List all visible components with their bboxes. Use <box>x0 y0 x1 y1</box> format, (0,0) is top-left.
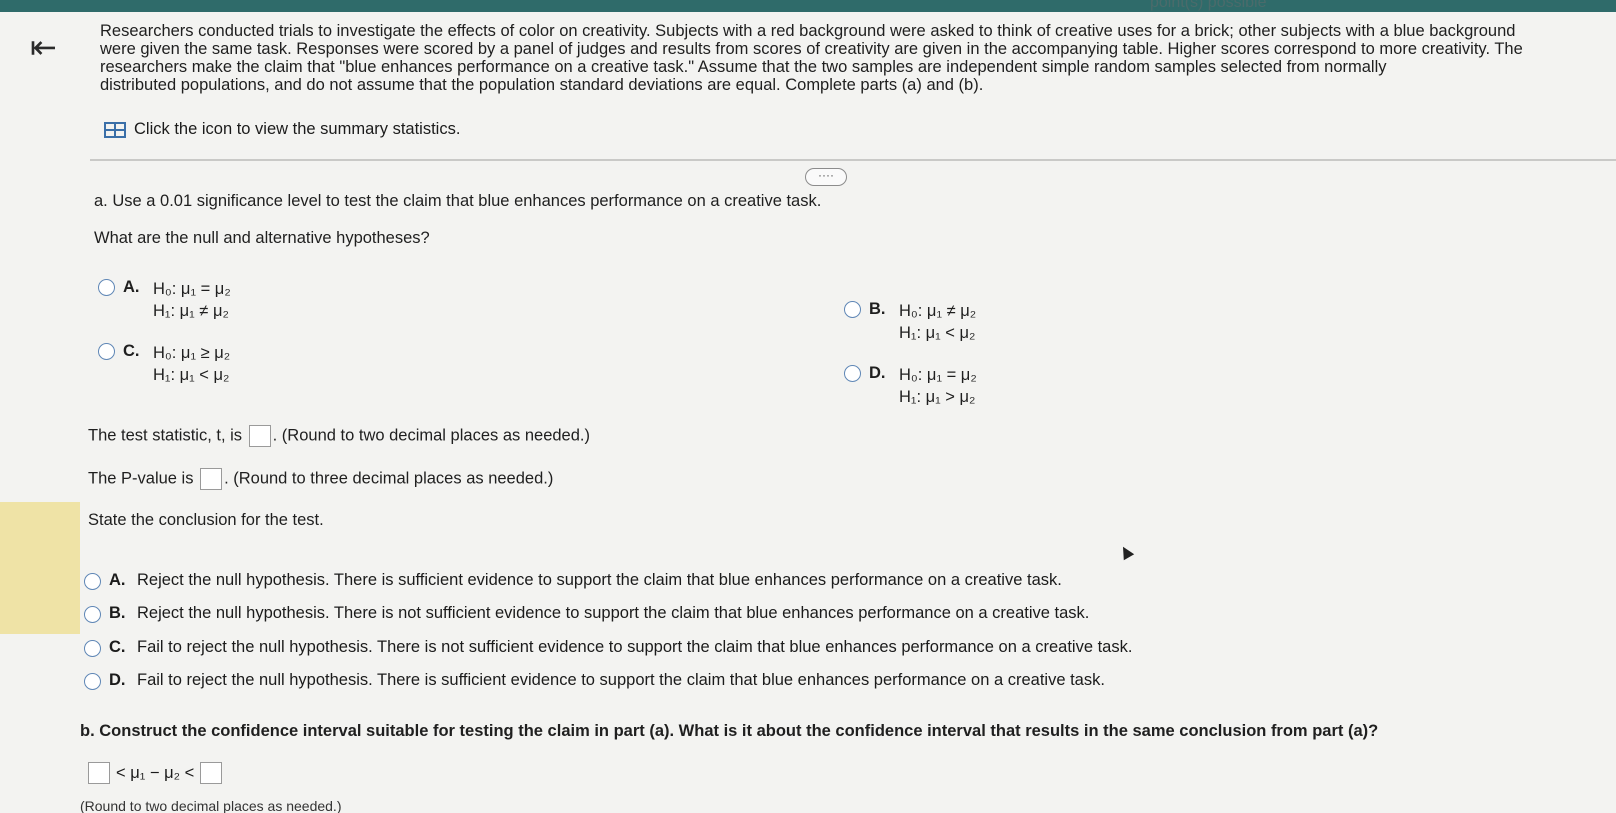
option-letter: C. <box>109 638 126 656</box>
test-statistic-hint: . (Round to two decimal places as needed… <box>272 426 590 445</box>
mouse-cursor-icon <box>1117 543 1135 561</box>
alt-hypothesis: H₁: μ₁ < μ₂ <box>899 324 976 342</box>
table-icon[interactable] <box>104 121 126 138</box>
highlight-strip <box>0 502 80 634</box>
conclusion-option-a[interactable]: A. Reject the null hypothesis. There is … <box>84 571 1062 590</box>
hypothesis-option-d[interactable]: D. H₀: μ₁ = μ₂ H₁: μ₁ > μ₂ <box>844 364 977 408</box>
radio-button[interactable] <box>84 639 101 657</box>
ci-lower-input[interactable] <box>88 762 110 784</box>
conclusion-option-d[interactable]: D. Fail to reject the null hypothesis. T… <box>84 671 1105 690</box>
conclusion-option-c[interactable]: C. Fail to reject the null hypothesis. T… <box>84 638 1132 657</box>
hypothesis-pair: H₀: μ₁ ≠ μ₂ H₁: μ₁ < μ₂ <box>899 300 976 344</box>
option-text: Fail to reject the null hypothesis. Ther… <box>137 671 1105 689</box>
section-divider <box>90 159 1616 161</box>
pvalue-row: The P-value is . (Round to three decimal… <box>88 468 553 490</box>
radio-button[interactable] <box>84 572 101 590</box>
summary-statistics-link[interactable]: Click the icon to view the summary stati… <box>104 120 460 139</box>
conclusion-prompt: State the conclusion for the test. <box>88 511 324 529</box>
null-hypothesis: H₀: μ₁ = μ₂ <box>153 280 231 298</box>
top-bar <box>0 0 1616 12</box>
radio-button[interactable] <box>844 301 861 318</box>
pvalue-hint: . (Round to three decimal places as need… <box>224 469 554 488</box>
option-letter: B. <box>109 604 126 622</box>
null-hypothesis: H₀: μ₁ ≠ μ₂ <box>899 302 977 320</box>
option-letter: D. <box>869 364 886 382</box>
alt-hypothesis: H₁: μ₁ > μ₂ <box>899 388 976 406</box>
back-arrow-icon[interactable]: ⇤ <box>30 30 64 64</box>
intro-line-1: Researchers conducted trials to investig… <box>100 22 1516 40</box>
intro-line-2: were given the same task. Responses were… <box>100 40 1523 58</box>
hypothesis-pair: H₀: μ₁ = μ₂ H₁: μ₁ ≠ μ₂ <box>153 278 231 322</box>
option-letter: A. <box>123 278 140 296</box>
conclusion-option-b[interactable]: B. Reject the null hypothesis. There is … <box>84 604 1089 623</box>
alt-hypothesis: H₁: μ₁ < μ₂ <box>153 366 230 384</box>
ci-middle-text: < μ₁ − μ₂ < <box>116 763 195 782</box>
test-statistic-row: The test statistic, t, is . (Round to tw… <box>88 425 590 447</box>
hypothesis-option-a[interactable]: A. H₀: μ₁ = μ₂ H₁: μ₁ ≠ μ₂ <box>98 278 231 322</box>
radio-button[interactable] <box>98 279 115 296</box>
radio-button[interactable] <box>98 343 115 360</box>
hypothesis-option-b[interactable]: B. H₀: μ₁ ≠ μ₂ H₁: μ₁ < μ₂ <box>844 300 976 344</box>
radio-button[interactable] <box>844 365 861 382</box>
option-text: Reject the null hypothesis. There is suf… <box>137 571 1062 589</box>
hypothesis-pair: H₀: μ₁ ≥ μ₂ H₁: μ₁ < μ₂ <box>153 342 230 386</box>
test-statistic-input[interactable] <box>248 425 271 447</box>
option-letter: D. <box>109 671 126 689</box>
option-letter: A. <box>109 571 126 589</box>
intro-line-4: distributed populations, and do not assu… <box>100 76 984 94</box>
problem-statement: Researchers conducted trials to investig… <box>100 22 1600 94</box>
summary-link-text: Click the icon to view the summary stati… <box>134 120 461 138</box>
more-icon[interactable]: ···· <box>805 168 847 186</box>
question-page: point(s) possible ⇤ Researchers conducte… <box>0 0 1616 813</box>
part-b-prompt: b. Construct the confidence interval sui… <box>80 722 1379 740</box>
part-a-prompt: a. Use a 0.01 significance level to test… <box>94 192 822 210</box>
test-statistic-label: The test statistic, t, is <box>88 426 243 445</box>
radio-button[interactable] <box>84 672 101 690</box>
option-letter: C. <box>123 342 140 360</box>
confidence-interval-row: < μ₁ − μ₂ < <box>86 762 224 784</box>
intro-line-3: researchers make the claim that "blue en… <box>100 58 1387 76</box>
hypothesis-pair: H₀: μ₁ = μ₂ H₁: μ₁ > μ₂ <box>899 364 977 408</box>
hypotheses-question: What are the null and alternative hypoth… <box>94 229 430 247</box>
radio-button[interactable] <box>84 605 101 623</box>
null-hypothesis: H₀: μ₁ = μ₂ <box>899 366 977 384</box>
pvalue-input[interactable] <box>200 468 223 490</box>
ci-rounding-hint: (Round to two decimal places as needed.) <box>80 798 342 813</box>
pvalue-label: The P-value is <box>88 469 194 488</box>
option-text: Fail to reject the null hypothesis. Ther… <box>137 638 1133 656</box>
option-text: Reject the null hypothesis. There is not… <box>137 604 1090 622</box>
option-letter: B. <box>869 300 886 318</box>
ci-upper-input[interactable] <box>200 762 223 784</box>
points-status: point(s) possible <box>1150 0 1267 11</box>
hypothesis-option-c[interactable]: C. H₀: μ₁ ≥ μ₂ H₁: μ₁ < μ₂ <box>98 342 230 386</box>
alt-hypothesis: H₁: μ₁ ≠ μ₂ <box>153 302 229 320</box>
null-hypothesis: H₀: μ₁ ≥ μ₂ <box>153 344 231 362</box>
